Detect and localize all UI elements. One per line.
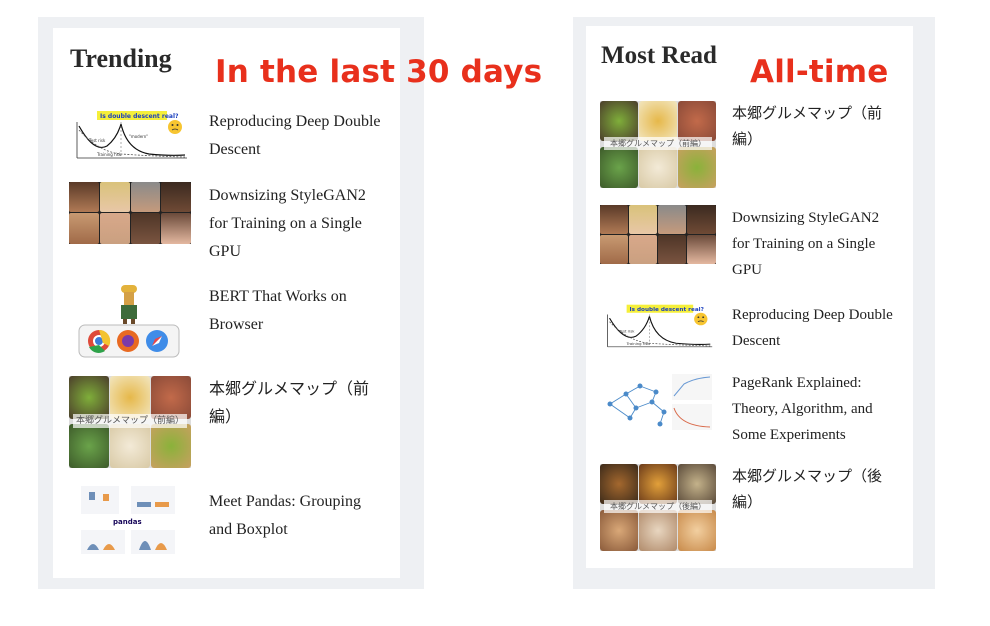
trending-item-pandas-boxplot[interactable]: pandas Meet Pandas: Grouping and Boxplot xyxy=(69,484,389,564)
trending-item-title[interactable]: BERT That Works on Browser xyxy=(209,283,384,339)
double-descent-caption: Is double descent real? xyxy=(100,113,179,120)
most-read-item-title[interactable]: Downsizing StyleGAN2 for Training on a S… xyxy=(732,205,897,283)
most-read-item-hongo-gourmet-1[interactable]: 本郷グルメマップ（前編） 本郷グルメマップ（前編） xyxy=(600,101,900,191)
food-collage-caption: 本郷グルメマップ（前編） xyxy=(73,414,187,428)
trending-item-bert-browser[interactable]: BERT That Works on Browser xyxy=(69,283,389,363)
most-read-item-title[interactable]: PageRank Explained: Theory, Algorithm, a… xyxy=(732,370,897,448)
svg-text:Test risk: Test risk xyxy=(618,330,635,334)
trending-item-title[interactable]: Meet Pandas: Grouping and Boxplot xyxy=(209,488,384,544)
svg-text:Training risk: Training risk xyxy=(96,152,122,157)
trending-item-title[interactable]: 本郷グルメマップ（前編） xyxy=(209,376,384,432)
double-descent-thumbnail: Is double descent real? Test risk Traini… xyxy=(600,302,716,354)
double-descent-thumbnail: Is double descent real? Test risk "moder… xyxy=(69,108,191,166)
most-read-item-title[interactable]: 本郷グルメマップ（後編） xyxy=(732,464,897,516)
food-collage-thumbnail: 本郷グルメマップ（前編） xyxy=(69,376,191,468)
face-grid-thumbnail xyxy=(600,205,716,264)
pandas-boxplot-thumbnail: pandas xyxy=(69,484,191,556)
most-read-item-hongo-gourmet-2[interactable]: 本郷グルメマップ（後編） 本郷グルメマップ（後編） xyxy=(600,464,900,554)
svg-text:Training risk: Training risk xyxy=(626,342,651,346)
trending-item-double-descent[interactable]: Is double descent real? Test risk "moder… xyxy=(69,108,389,168)
double-descent-caption: Is double descent real? xyxy=(629,307,703,313)
food-collage-thumbnail: 本郷グルメマップ（前編） xyxy=(600,101,716,188)
most-read-annotation: All-time xyxy=(750,54,889,90)
food-collage-thumbnail: 本郷グルメマップ（後編） xyxy=(600,464,716,551)
svg-text:"modern": "modern" xyxy=(129,134,148,139)
most-read-item-title[interactable]: Reproducing Deep Double Descent xyxy=(732,302,897,354)
food-collage-caption: 本郷グルメマップ（後編） xyxy=(604,500,712,513)
svg-text:Test risk: Test risk xyxy=(88,138,106,143)
trending-item-title[interactable]: Downsizing StyleGAN2 for Training on a S… xyxy=(209,182,384,266)
most-read-item-stylegan2[interactable]: Downsizing StyleGAN2 for Training on a S… xyxy=(600,205,900,285)
most-read-title: Most Read xyxy=(601,42,717,69)
graph-network-thumbnail xyxy=(600,372,716,432)
most-read-item-title[interactable]: 本郷グルメマップ（前編） xyxy=(732,101,897,153)
trending-annotation: In the last 30 days xyxy=(215,54,543,90)
most-read-item-pagerank[interactable]: PageRank Explained: Theory, Algorithm, a… xyxy=(600,370,900,454)
pandas-logo-text: pandas xyxy=(113,518,142,526)
most-read-item-double-descent[interactable]: Is double descent real? Test risk Traini… xyxy=(600,302,900,362)
trending-item-hongo-gourmet-1[interactable]: 本郷グルメマップ（前編） 本郷グルメマップ（前編） xyxy=(69,376,389,472)
food-collage-caption: 本郷グルメマップ（前編） xyxy=(604,137,712,150)
trending-item-title[interactable]: Reproducing Deep Double Descent xyxy=(209,108,384,164)
trending-title: Trending xyxy=(70,44,172,73)
face-grid-thumbnail xyxy=(69,182,191,244)
trending-item-stylegan2[interactable]: Downsizing StyleGAN2 for Training on a S… xyxy=(69,182,389,268)
browser-icons-thumbnail xyxy=(69,283,191,361)
